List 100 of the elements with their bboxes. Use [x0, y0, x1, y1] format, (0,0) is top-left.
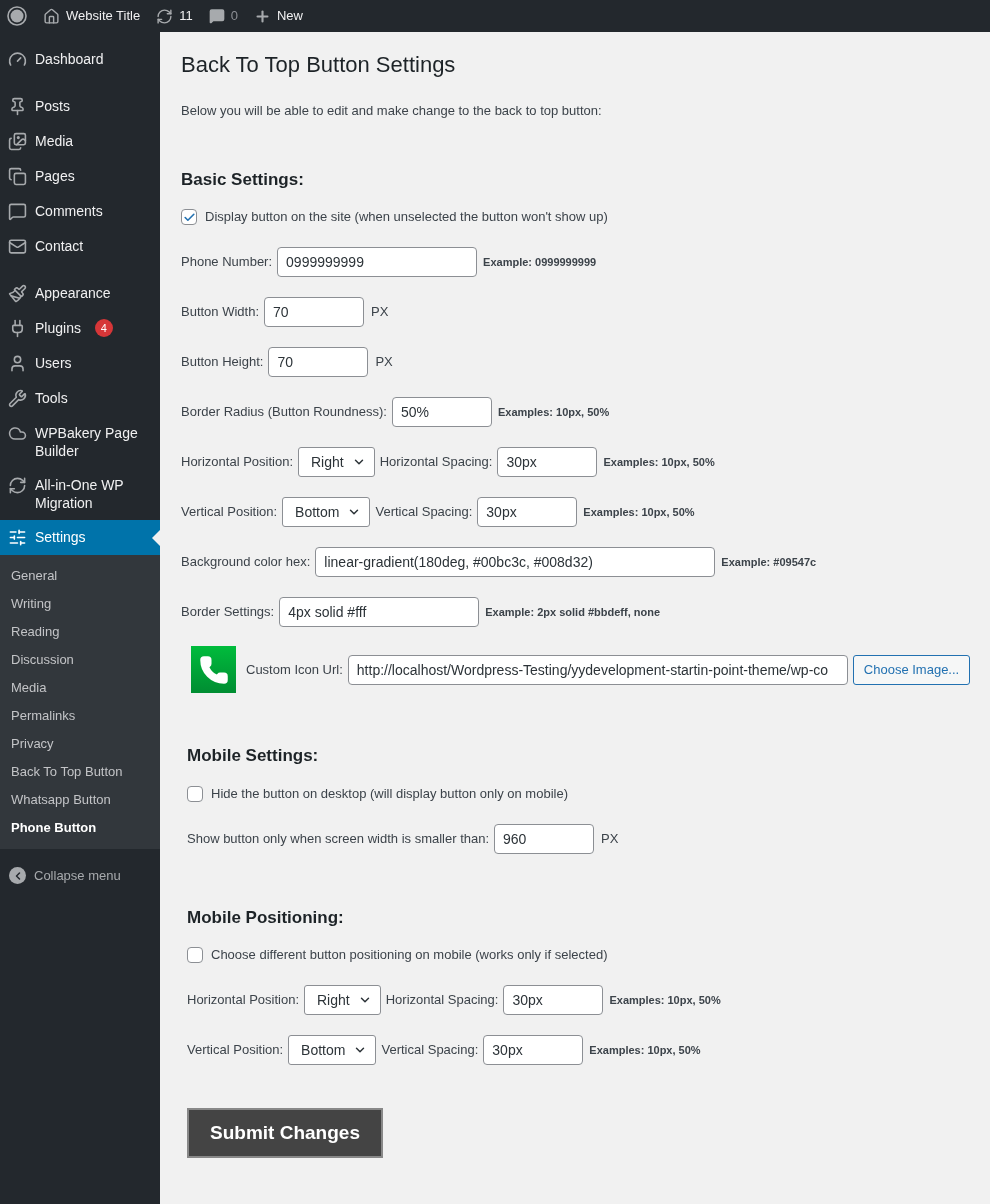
menu-item[interactable]: Users	[0, 346, 160, 381]
submenu-item[interactable]: Writing	[0, 590, 160, 618]
field-label: Horizontal Spacing:	[379, 453, 493, 472]
current-arrow-icon	[152, 529, 160, 546]
comments-count[interactable]: 0	[230, 6, 238, 26]
field-label: Horizontal Spacing:	[385, 991, 499, 1010]
brush-icon	[8, 284, 27, 303]
submenu-item[interactable]: Reading	[0, 618, 160, 646]
field-label: Vertical Spacing:	[375, 503, 473, 522]
menu-item[interactable]: Plugins 4	[0, 311, 160, 346]
submit-button[interactable]: Submit Changes	[187, 1108, 383, 1158]
text-input[interactable]: 0999999999	[277, 247, 478, 277]
example-note: Examples: 10px, 50%	[583, 504, 695, 520]
menu-item[interactable]: Media	[0, 124, 160, 159]
menu-item[interactable]: Contact	[0, 229, 160, 264]
field-label: Vertical Spacing:	[381, 1041, 479, 1060]
menu-item[interactable]: Dashboard	[0, 42, 160, 77]
unit-label: PX	[601, 829, 619, 848]
menu-item[interactable]: All-in-One WP Migration	[0, 468, 160, 520]
text-input[interactable]: 70	[264, 297, 365, 327]
menu-item[interactable]: Tools	[0, 381, 160, 416]
field-label: Button Height:	[181, 353, 264, 372]
text-input[interactable]: 70	[268, 347, 369, 377]
field-label: Border Radius (Button Roundness):	[181, 403, 387, 422]
checkbox-label: Hide the button on desktop (will display button only on mobile)	[211, 784, 568, 803]
updates-count[interactable]: 11	[179, 6, 193, 26]
text-input[interactable]: 30px	[477, 497, 578, 527]
dropdown-select[interactable]: Right	[298, 447, 375, 477]
sliders-icon	[8, 528, 27, 547]
gauge-icon	[8, 50, 27, 69]
field-label: Button Width:	[181, 303, 260, 322]
example-note: Examples: 10px, 50%	[497, 404, 610, 420]
field-label: Vertical Position:	[187, 1041, 284, 1060]
text-input[interactable]: 30px	[503, 985, 604, 1015]
submenu-item[interactable]: Phone Button	[0, 814, 160, 842]
choose-image-button[interactable]: Choose Image...	[852, 654, 971, 685]
checkbox[interactable]	[187, 785, 203, 802]
text-input[interactable]: 4px solid #fff	[279, 597, 480, 627]
submenu-item[interactable]: Discussion	[0, 646, 160, 674]
example-note: Examples: 10px, 50%	[589, 1042, 701, 1058]
phone-image	[191, 646, 236, 693]
submenu-item[interactable]: General	[0, 562, 160, 590]
example-note: Examples: 10px, 50%	[609, 992, 721, 1008]
text-input[interactable]: 50%	[391, 397, 492, 427]
images-icon	[8, 132, 27, 151]
example-note: Examples: 10px, 50%	[603, 454, 715, 470]
pin-icon	[8, 97, 27, 116]
field-label: Phone Number:	[181, 253, 273, 272]
dropdown-select[interactable]: Bottom	[288, 1035, 377, 1065]
checkbox[interactable]	[181, 209, 197, 225]
field-label: Horizontal Position:	[181, 453, 293, 472]
submenu-item[interactable]: Media	[0, 674, 160, 702]
user-icon	[8, 354, 27, 373]
section-heading: Mobile Positioning:	[187, 906, 345, 929]
field-label: Vertical Position:	[181, 503, 278, 522]
menu-item[interactable]: Comments	[0, 194, 160, 229]
text-input[interactable]: 960	[494, 823, 595, 854]
example-note: Example: 0999999999	[483, 254, 597, 270]
pages-icon	[8, 167, 27, 186]
collapse-menu-button[interactable]: Collapse menu	[0, 861, 160, 891]
checkbox[interactable]	[187, 947, 203, 963]
refresh-icon	[156, 7, 174, 25]
home-icon	[43, 7, 60, 25]
refresh-icon	[8, 476, 27, 495]
menu-item[interactable]: Posts	[0, 89, 160, 124]
field-label: Background color hex:	[181, 553, 311, 572]
text-input[interactable]: linear-gradient(180deg, #00bc3c, #008d32)	[315, 547, 716, 577]
field-label: Show button only when screen width is smaller than:	[187, 829, 490, 848]
section-heading: Basic Settings:	[181, 168, 305, 191]
url-input[interactable]: http://localhost/Wordpress-Testing/yydevelopment-startin-point-theme/wp-co	[347, 654, 848, 685]
new-link[interactable]: New	[276, 6, 303, 26]
submenu-item[interactable]: Whatsapp Button	[0, 786, 160, 814]
section-heading: Mobile Settings:	[187, 745, 320, 767]
menu-item[interactable]: Settings	[0, 520, 160, 555]
count-badge: 4	[94, 319, 113, 337]
submenu-item[interactable]: Permalinks	[0, 702, 160, 730]
unit-label: PX	[375, 353, 393, 372]
submenu-item[interactable]: Back To Top Button	[0, 758, 160, 786]
text-input[interactable]: 30px	[483, 1035, 584, 1065]
dropdown-select[interactable]: Right	[304, 985, 381, 1015]
example-note: Example: #09547c	[721, 554, 817, 570]
menu-item[interactable]: Pages	[0, 159, 160, 194]
speech-bubble-icon	[208, 8, 225, 24]
example-note: Example: 2px solid #bbdeff, none	[485, 604, 661, 620]
site-title-link[interactable]: Website Title	[66, 6, 141, 26]
checkmark-icon	[182, 210, 196, 224]
menu-item[interactable]: Appearance	[0, 276, 160, 311]
speech-bubble-icon	[8, 202, 27, 221]
logo-icon[interactable]	[7, 6, 27, 26]
dropdown-select[interactable]: Bottom	[282, 497, 371, 527]
submenu-item[interactable]: Privacy	[0, 730, 160, 758]
unit-label: PX	[371, 303, 389, 322]
text-input[interactable]: 30px	[497, 447, 598, 477]
intro-text: Below you will be able to edit and make change to the back to top button:	[181, 102, 603, 120]
field-label: Border Settings:	[181, 603, 275, 622]
field-label: Custom Icon Url:	[246, 660, 343, 679]
page-title: Back To Top Button Settings	[181, 51, 457, 79]
menu-item[interactable]: WPBakery Page Builder	[0, 416, 160, 468]
checkbox-label: Choose different button positioning on mobile (works only if selected)	[211, 946, 608, 965]
envelope-icon	[8, 237, 27, 256]
